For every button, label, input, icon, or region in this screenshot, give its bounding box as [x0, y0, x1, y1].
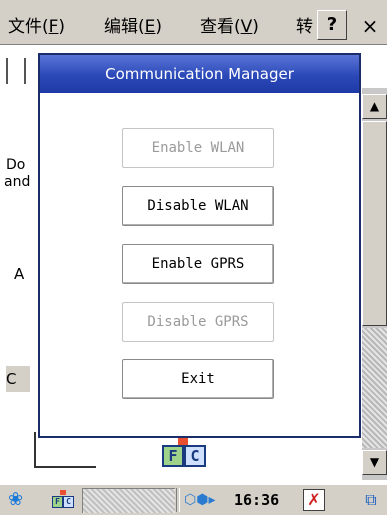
fc-letter-c: C	[184, 445, 206, 467]
enable-gprs-button[interactable]: Enable GPRS	[122, 244, 274, 284]
background-button-c[interactable]: C	[6, 366, 30, 392]
background-text-a: A	[14, 265, 25, 283]
fc-letter-f: F	[162, 445, 184, 467]
desktop-icon[interactable]: ⧉	[360, 489, 382, 511]
scroll-track[interactable]	[362, 328, 387, 448]
tray-separator	[176, 488, 180, 512]
taskbar-app-letter-f: F	[52, 496, 63, 508]
scroll-down-button[interactable]: ▼	[362, 450, 387, 475]
disable-wlan-button[interactable]: Disable WLAN	[122, 186, 274, 226]
help-button[interactable]: ?	[317, 10, 347, 40]
disable-gprs-button[interactable]: Disable GPRS	[122, 302, 274, 342]
taskbar-app-roof	[60, 490, 66, 495]
scroll-up-button[interactable]: ▲	[362, 94, 387, 119]
menu-file[interactable]: 文件(F)	[8, 12, 65, 37]
enable-wlan-button[interactable]: Enable WLAN	[122, 128, 274, 168]
toolbar-grip	[6, 58, 26, 84]
taskbar-running-app[interactable]	[82, 488, 175, 513]
menu-edit[interactable]: 编辑(E)	[104, 12, 162, 37]
connection-disabled-icon[interactable]: ✗	[303, 489, 325, 511]
menu-view[interactable]: 查看(V)	[200, 12, 259, 37]
taskbar-app-icon[interactable]: F C	[52, 490, 74, 510]
background-text-do: Do	[6, 157, 26, 173]
taskbar: ❀ F C ⬡⬢▸ 16:36 ✗ ⧉	[0, 484, 387, 515]
network-status-icon[interactable]: ⬡⬢▸	[184, 490, 230, 510]
taskbar-app-letter-c: C	[63, 496, 74, 508]
close-button[interactable]: ×	[355, 12, 385, 42]
fc-roof	[178, 437, 188, 445]
start-icon[interactable]: ❀	[8, 490, 30, 510]
fc-app-icon[interactable]: F C	[160, 437, 210, 469]
menu-truncated[interactable]: 转	[296, 12, 314, 37]
background-text-and: and	[4, 174, 31, 190]
exit-button[interactable]: Exit	[122, 359, 274, 399]
dialog-title: Communication Manager	[40, 55, 359, 93]
clock[interactable]: 16:36	[234, 490, 279, 510]
communication-manager-dialog: Communication Manager Enable WLAN Disabl…	[38, 53, 361, 438]
vertical-scrollbar[interactable]: ▲ ▼	[362, 88, 387, 480]
menu-bar: 文件(F) 编辑(E) 查看(V) 转 ? ×	[0, 0, 387, 45]
scroll-thumb[interactable]	[362, 121, 387, 326]
